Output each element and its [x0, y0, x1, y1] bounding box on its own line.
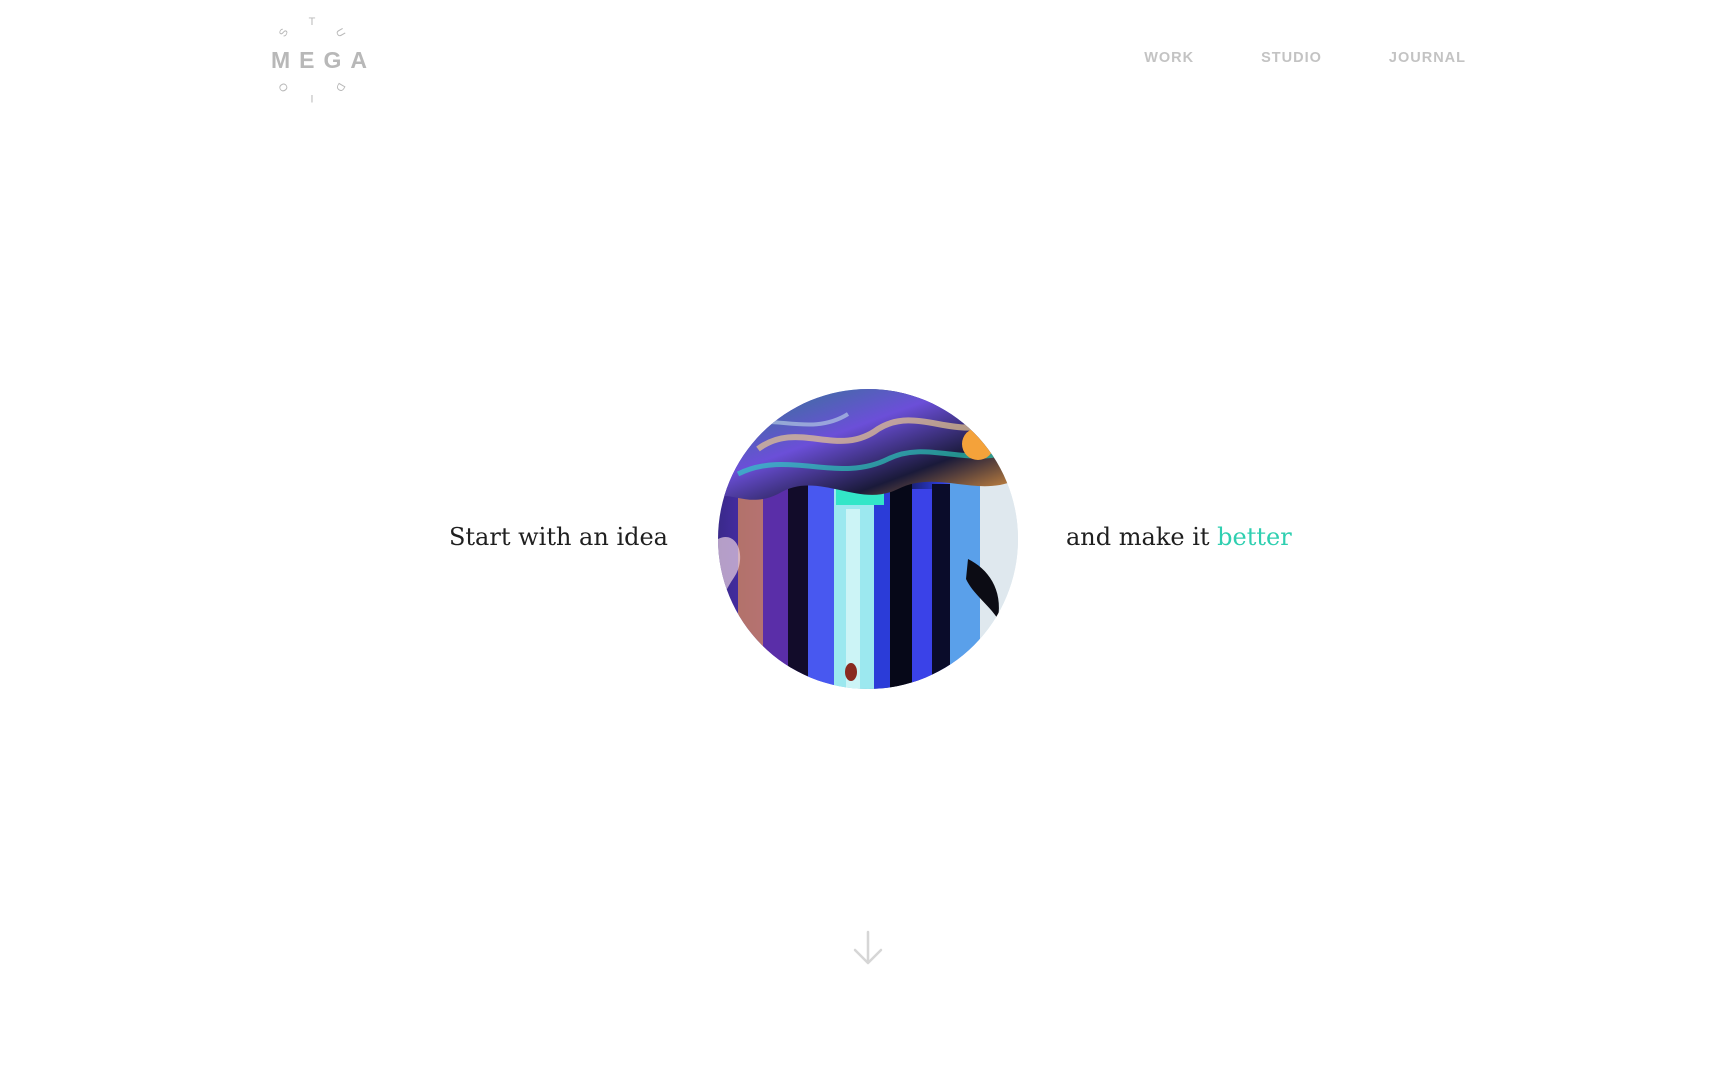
page: T U D I O S MEGA WORK STUDIO JOURNAL Sta…: [0, 0, 1733, 1077]
logo-ring-letter: U: [332, 26, 348, 40]
logo-ring-letter: D: [332, 80, 348, 94]
hero-right-main: and make it: [1066, 523, 1210, 551]
logo-ring-letter: S: [276, 26, 292, 40]
hero-orb-image: [718, 389, 1018, 689]
logo-ring-letter: I: [310, 92, 314, 104]
logo-wordmark: MEGA: [271, 47, 376, 73]
logo[interactable]: T U D I O S MEGA: [262, 12, 376, 108]
nav-item-work[interactable]: WORK: [1144, 50, 1194, 66]
nav-item-journal[interactable]: JOURNAL: [1389, 50, 1466, 66]
logo-ring-letter: O: [276, 80, 292, 94]
hero-accent-word: better: [1217, 523, 1292, 551]
nav-item-studio[interactable]: STUDIO: [1261, 50, 1322, 66]
logo-ring-letter: T: [308, 16, 316, 28]
main-nav: WORK STUDIO JOURNAL: [1144, 50, 1466, 66]
hero-right-text: and make it better: [1066, 523, 1292, 551]
hero-left-text: Start with an idea: [448, 523, 668, 551]
arrow-down-icon[interactable]: [851, 930, 885, 966]
